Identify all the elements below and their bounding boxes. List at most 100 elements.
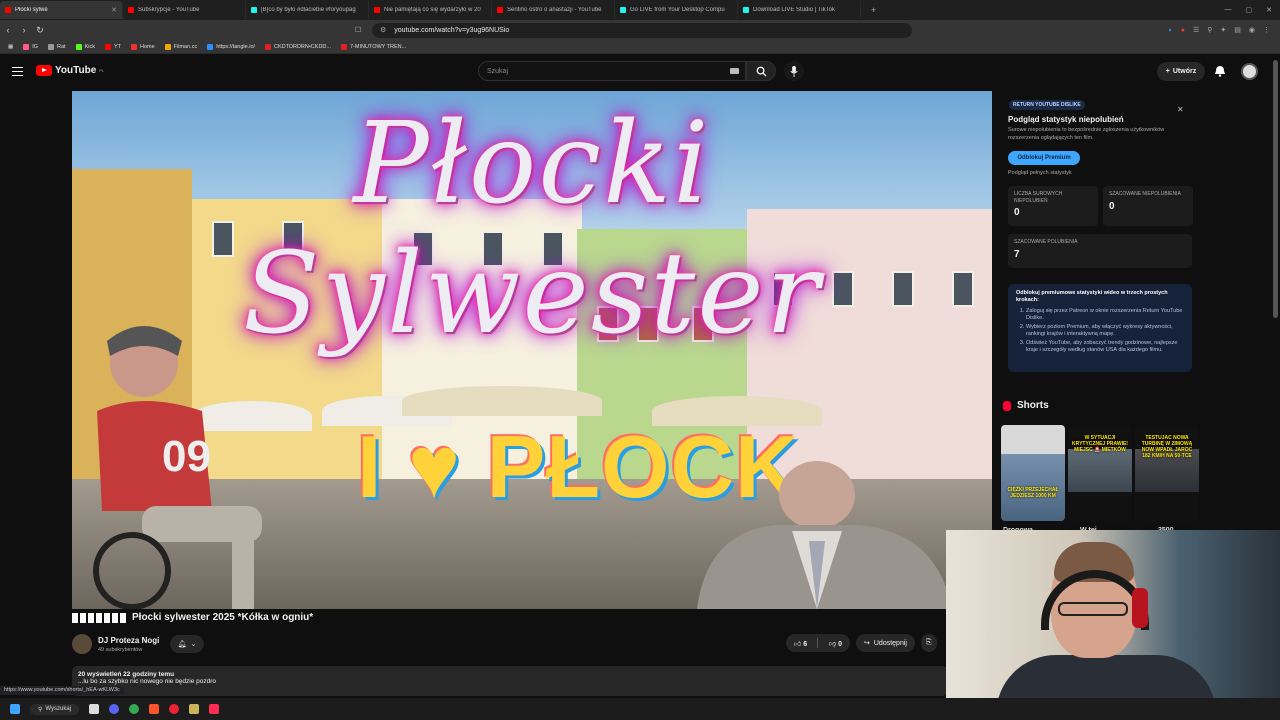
create-button[interactable]: + Utwórz: [1157, 62, 1205, 81]
tab-active[interactable]: Płocki sylwe ✕: [0, 1, 123, 19]
share-button[interactable]: ↪ Udostępnij: [856, 634, 915, 652]
bookmark-item[interactable]: CKDTDRDRN•CKDD...: [265, 43, 331, 50]
full-stats-link[interactable]: Podgląd pełnych statystyk: [1008, 170, 1072, 176]
tab-subscriptions[interactable]: Subskrypcje - YouTube: [123, 1, 246, 19]
premium-step: Zaloguj się przez Patreon w oknie rozsze…: [1026, 308, 1184, 322]
video-title-row: Płocki sylwester 2025 *Kółka w ogniu*: [72, 612, 313, 623]
file-explorer-icon[interactable]: [89, 704, 100, 714]
tab-label: Subskrypcje - YouTube: [138, 7, 200, 13]
taskbar-search[interactable]: ⚲ Wyszukaj: [30, 703, 80, 715]
bookmark-item[interactable]: Rat: [48, 43, 66, 50]
bookmark-item[interactable]: https://tangle.io/: [207, 43, 255, 50]
back-icon[interactable]: ‹: [0, 25, 16, 35]
discord-icon[interactable]: [109, 704, 120, 714]
short-thumbnail[interactable]: W SYTUACJI KRYTYCZNEJ PRAWIE! MIEJSC 🚨 M…: [1068, 425, 1132, 521]
bookmark-item[interactable]: Kick: [75, 43, 95, 50]
maximize-icon[interactable]: ▢: [1246, 6, 1253, 14]
share-label: Udostępnij: [873, 639, 907, 647]
site-info-icon[interactable]: ⚙: [380, 26, 386, 34]
apps-grid-icon[interactable]: ▦: [8, 44, 13, 50]
short-thumbnail[interactable]: CIĘŻKI PRZEJECHAŁ JEDZIESZ 1000 KM: [1001, 425, 1065, 521]
chrome-icon[interactable]: [129, 704, 140, 714]
search-icon: [756, 66, 767, 77]
dislike-button[interactable]: 👎︎ 0: [829, 639, 842, 648]
video-title: Płocki sylwester 2025 *Kółka w ogniu*: [132, 612, 314, 623]
bookmark-item[interactable]: 7-MINUTOWY TREN...: [340, 43, 406, 50]
tab-tiktok-video[interactable]: [B]co by było #dlaciebie #foryoupag: [246, 1, 369, 19]
search-input[interactable]: Szukaj: [478, 61, 746, 81]
channel-logo-mark: [72, 612, 128, 623]
extension-icon[interactable]: ☰: [1193, 26, 1199, 34]
bookmark-icon[interactable]: ☐: [355, 26, 361, 34]
reload-icon[interactable]: ↻: [32, 25, 48, 36]
youtube-header: YouTube PL Szukaj + Utwórz: [0, 56, 1280, 88]
description-box[interactable]: 20 wyświetleń 22 godziny temu ...lu bo z…: [72, 666, 948, 696]
stat-card: SZACOWANE POLUBIENIA 7: [1008, 234, 1192, 268]
short-thumbnail[interactable]: TESTUJAC NOWA TURBINĘ W ZIMOWĄ NOW WPADŁ…: [1135, 425, 1199, 521]
obs-icon[interactable]: [169, 704, 180, 714]
shorts-heading: Shorts: [1003, 400, 1049, 411]
minimize-icon[interactable]: —: [1225, 6, 1232, 14]
tiktok-favicon-icon: [620, 7, 626, 13]
bookmark-item[interactable]: Home: [131, 43, 155, 50]
tiktok-icon[interactable]: [209, 704, 220, 714]
new-tab-icon[interactable]: +: [861, 5, 876, 15]
close-icon[interactable]: ✕: [1177, 105, 1184, 114]
tab-tiktok-download[interactable]: Download LIVE Studio | TikTok: [738, 1, 861, 19]
return-youtube-dislike-panel: RETURN YOUTUBE DISLIKE ✕ Podgląd statyst…: [1001, 95, 1199, 378]
url-field[interactable]: ⚙ youtube.com/watch?v=y3ug96NUSio: [372, 22, 912, 38]
hamburger-menu-icon[interactable]: [12, 67, 23, 76]
more-options-icon[interactable]: ⋮: [1263, 26, 1270, 34]
short-caption: TESTUJAC NOWA TURBINĘ W ZIMOWĄ NOW WPADŁ…: [1141, 435, 1193, 459]
profile-icon[interactable]: ◉: [1249, 26, 1255, 34]
extension-icon[interactable]: ⚲: [1207, 26, 1212, 34]
brave-icon[interactable]: [149, 704, 160, 714]
forward-icon[interactable]: ›: [16, 25, 32, 35]
premium-step: Wybierz poziom Premium, aby włączyć wykr…: [1026, 324, 1184, 338]
close-window-icon[interactable]: ✕: [1266, 6, 1272, 14]
keyboard-icon[interactable]: [730, 68, 739, 74]
extension-icon[interactable]: ◐: [1169, 27, 1173, 34]
extensions-toolbar: ◐ ● ☰ ⚲ ✦ ▤ ◉ ⋮: [1169, 20, 1280, 40]
extensions-puzzle-icon[interactable]: ✦: [1220, 26, 1226, 34]
search-placeholder: Szukaj: [487, 68, 509, 75]
subscription-bell-button[interactable]: 🔔︎ ⌄: [170, 635, 204, 653]
bookmark-item[interactable]: IG: [23, 43, 38, 50]
tiktok-favicon-icon: [743, 7, 749, 13]
extension-icon[interactable]: ●: [1181, 27, 1185, 34]
channel-avatar[interactable]: [72, 634, 92, 654]
page-scrollbar[interactable]: [1273, 60, 1278, 318]
person-in-suit: [697, 461, 952, 609]
search-button[interactable]: [746, 61, 776, 81]
account-avatar[interactable]: [1241, 63, 1258, 80]
voice-search-button[interactable]: [784, 61, 804, 81]
tab-tiktok-live[interactable]: Go LIVE from Your Desktop Compu: [615, 1, 738, 19]
tab-label: Sentino ostro o anastazji - YouTube: [507, 7, 602, 13]
channel-name[interactable]: DJ Proteza Nogi: [98, 636, 159, 645]
premium-steps-box: Odblokuj premiumowe statystyki wideo w t…: [1008, 284, 1192, 372]
microphone-icon: [790, 65, 798, 77]
stat-value: 0: [1014, 207, 1020, 218]
app-icon[interactable]: [189, 704, 200, 714]
like-button[interactable]: 👍︎ 6: [794, 639, 807, 648]
tab-label: Download LIVE Studio | TikTok: [753, 7, 835, 13]
notifications-bell-icon[interactable]: [1214, 65, 1226, 77]
close-tab-icon[interactable]: ✕: [111, 6, 117, 14]
stat-card: LICZBA SUROWYCH NIEPOLUBIEŃ 0: [1008, 186, 1098, 226]
save-button[interactable]: ⎘: [920, 634, 937, 652]
bookmark-item[interactable]: YT: [104, 43, 121, 50]
windows-start-icon[interactable]: [10, 704, 20, 714]
search-icon: ⚲: [38, 706, 43, 713]
bookmark-item[interactable]: Filman.cc: [164, 43, 197, 50]
tab-youtube-video-2[interactable]: Nie pamiętają co się wydarzyło w 20: [369, 1, 492, 19]
sidebar-icon[interactable]: ▤: [1234, 26, 1241, 34]
stat-value: 0: [1109, 200, 1115, 212]
person-in-wheelchair: 09: [93, 326, 262, 609]
video-actions: 👍︎ 6 👎︎ 0 ↪ Udostępnij ⎘: [786, 634, 937, 652]
youtube-logo[interactable]: YouTube PL: [36, 65, 104, 76]
tab-youtube-video-3[interactable]: Sentino ostro o anastazji - YouTube: [492, 1, 615, 19]
unlock-premium-button[interactable]: Odblokuj Premium: [1008, 151, 1080, 165]
description-text: ...lu bo za szybko nic nowego nie będzie…: [78, 678, 217, 685]
video-player[interactable]: Płocki Sylwester I ♥ PŁOCK 09: [72, 91, 992, 609]
stat-label: SZACOWANE NIEPOLUBIENIA: [1109, 191, 1181, 197]
